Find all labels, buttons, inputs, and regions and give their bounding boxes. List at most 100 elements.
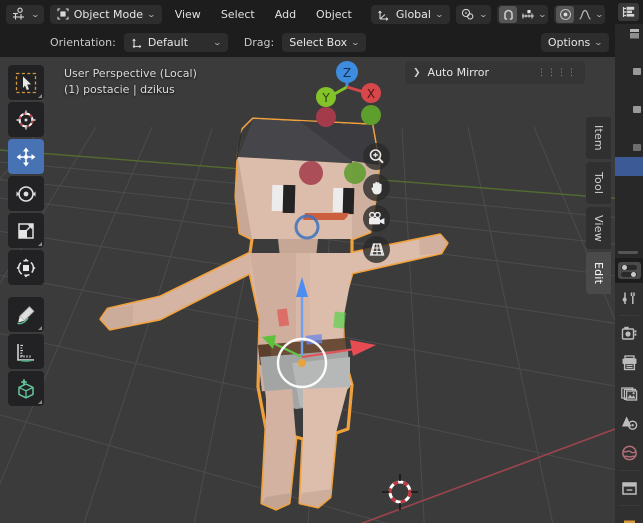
gizmo-axis-z: Z bbox=[343, 66, 351, 80]
divider bbox=[619, 505, 639, 506]
tool-corner-indicator bbox=[38, 94, 42, 98]
zoom-button[interactable] bbox=[363, 143, 390, 170]
editor-type-icon bbox=[13, 7, 24, 20]
measure-tool[interactable] bbox=[8, 334, 44, 369]
chevron-down-icon: ⌄ bbox=[30, 9, 41, 19]
auto-mirror-title: Auto Mirror bbox=[427, 66, 489, 79]
properties-header bbox=[615, 258, 643, 283]
menu-view[interactable]: View bbox=[168, 5, 208, 24]
rotate-icon bbox=[16, 185, 36, 202]
tweak-select-box-tool[interactable] bbox=[8, 65, 44, 100]
outliner-panel[interactable] bbox=[615, 0, 643, 258]
proportional-falloff-button[interactable] bbox=[576, 6, 594, 23]
outliner-row-selected[interactable] bbox=[615, 157, 643, 176]
drag-dropdown[interactable]: Select Box ⌄ bbox=[282, 33, 366, 52]
camera-back-icon bbox=[621, 326, 636, 340]
orientation-default-icon bbox=[132, 38, 142, 48]
sidebar-item-edit[interactable]: Edit bbox=[586, 252, 611, 294]
outliner-row[interactable] bbox=[615, 24, 643, 43]
rotate-tool[interactable] bbox=[8, 176, 44, 211]
collection-properties-tab[interactable] bbox=[615, 473, 643, 503]
tool-properties-tab[interactable] bbox=[615, 283, 643, 313]
panel-grip-icon[interactable]: ⋮⋮⋮⋮ bbox=[537, 68, 577, 77]
outliner-row[interactable] bbox=[615, 100, 643, 119]
editor-type-button[interactable]: ⌄ bbox=[6, 4, 44, 24]
sidebar-item-tool[interactable]: Tool bbox=[586, 162, 611, 204]
outliner-row[interactable] bbox=[615, 62, 643, 81]
outliner-editor-type-button[interactable] bbox=[618, 3, 639, 21]
orientation-value: Default bbox=[147, 36, 189, 49]
move-tool[interactable] bbox=[8, 139, 44, 174]
mode-select-button[interactable]: Object Mode ⌄ bbox=[49, 4, 162, 24]
outliner-row[interactable] bbox=[615, 119, 643, 138]
chevron-down-icon: ⌄ bbox=[350, 38, 361, 47]
toolbar-gap bbox=[8, 287, 44, 295]
properties-panel[interactable] bbox=[615, 258, 643, 523]
menu-object[interactable]: Object bbox=[309, 5, 359, 24]
sidebar-item-view[interactable]: View bbox=[586, 207, 611, 249]
render-properties-tab[interactable] bbox=[615, 318, 643, 348]
right-edge-panels bbox=[615, 0, 643, 523]
sidebar-item-item[interactable]: Item bbox=[586, 117, 611, 159]
outliner-row[interactable] bbox=[615, 176, 643, 195]
scale-icon bbox=[18, 222, 34, 239]
chevron-down-icon: ⌄ bbox=[212, 38, 223, 47]
3d-viewport[interactable]: User Perspective (Local) (1) postacie | … bbox=[0, 57, 615, 523]
pivot-point-button[interactable]: ⌄ bbox=[455, 4, 492, 24]
viewport-header: ⌄ Object Mode ⌄ View Select Add Object G… bbox=[0, 0, 631, 28]
gizmo-axis-y: Y bbox=[321, 91, 330, 105]
drag-value: Select Box bbox=[289, 36, 348, 49]
orientation-dropdown[interactable]: Default ⌄ bbox=[123, 33, 228, 52]
pencil-icon bbox=[17, 305, 35, 324]
output-properties-tab[interactable] bbox=[615, 348, 643, 378]
options-dropdown[interactable]: Options ⌄ bbox=[540, 33, 609, 52]
world-properties-tab[interactable] bbox=[615, 438, 643, 468]
menu-select[interactable]: Select bbox=[214, 5, 262, 24]
snap-to-button[interactable] bbox=[519, 6, 537, 23]
perspective-grid-icon bbox=[369, 243, 384, 256]
outliner-row[interactable] bbox=[615, 138, 643, 157]
toggle-projection-button[interactable] bbox=[363, 236, 390, 263]
annotate-tool[interactable] bbox=[8, 297, 44, 332]
chevron-down-icon[interactable]: ⌄ bbox=[538, 10, 547, 19]
navigation-gizmo[interactable]: Z Y X bbox=[301, 59, 393, 131]
menu-add[interactable]: Add bbox=[268, 5, 303, 24]
snap-magnet-icon bbox=[504, 9, 513, 20]
outliner-row[interactable] bbox=[615, 214, 643, 233]
chevron-down-icon: ⌄ bbox=[593, 38, 604, 47]
object-mode-icon bbox=[57, 8, 69, 20]
move-arrows-icon bbox=[16, 147, 36, 166]
properties-editor-type-button[interactable] bbox=[617, 262, 641, 279]
divider bbox=[619, 470, 639, 471]
outliner-scrollbar[interactable] bbox=[618, 251, 638, 254]
outliner-chip bbox=[633, 106, 641, 113]
snap-toggle-button[interactable] bbox=[499, 5, 518, 23]
transform-orientation-button[interactable]: Global ⌄ bbox=[370, 4, 450, 24]
outliner-row[interactable] bbox=[615, 195, 643, 214]
scene-collection-icon bbox=[630, 28, 639, 38]
scale-tool[interactable] bbox=[8, 213, 44, 248]
viewport-nav-buttons bbox=[363, 143, 390, 263]
pan-button[interactable] bbox=[363, 174, 390, 201]
cursor-tool[interactable] bbox=[8, 102, 44, 137]
outliner-row[interactable] bbox=[615, 81, 643, 100]
camera-icon bbox=[368, 211, 384, 224]
tool-corner-indicator bbox=[38, 400, 42, 404]
sidebar-tab-label: Item bbox=[592, 125, 605, 151]
proportional-edit-button[interactable] bbox=[556, 5, 575, 23]
chevron-down-icon: ⌄ bbox=[434, 9, 445, 19]
transform-tool[interactable] bbox=[8, 250, 44, 285]
scene-properties-tab[interactable] bbox=[615, 408, 643, 438]
outliner-row[interactable] bbox=[615, 43, 643, 62]
camera-view-button[interactable] bbox=[363, 205, 390, 232]
object-properties-tab[interactable] bbox=[615, 508, 643, 523]
add-cube-tool[interactable] bbox=[8, 371, 44, 406]
proportional-edit-icon bbox=[559, 8, 571, 20]
tool-icon bbox=[622, 292, 635, 304]
view-layer-properties-tab[interactable] bbox=[615, 378, 643, 408]
chevron-right-icon[interactable]: ❯ bbox=[413, 68, 421, 78]
auto-mirror-panel[interactable]: ❯ Auto Mirror ⋮⋮⋮⋮ bbox=[405, 61, 585, 84]
printer-icon bbox=[622, 355, 636, 371]
outliner-icon bbox=[622, 6, 635, 17]
chevron-down-icon[interactable]: ⌄ bbox=[595, 10, 604, 19]
